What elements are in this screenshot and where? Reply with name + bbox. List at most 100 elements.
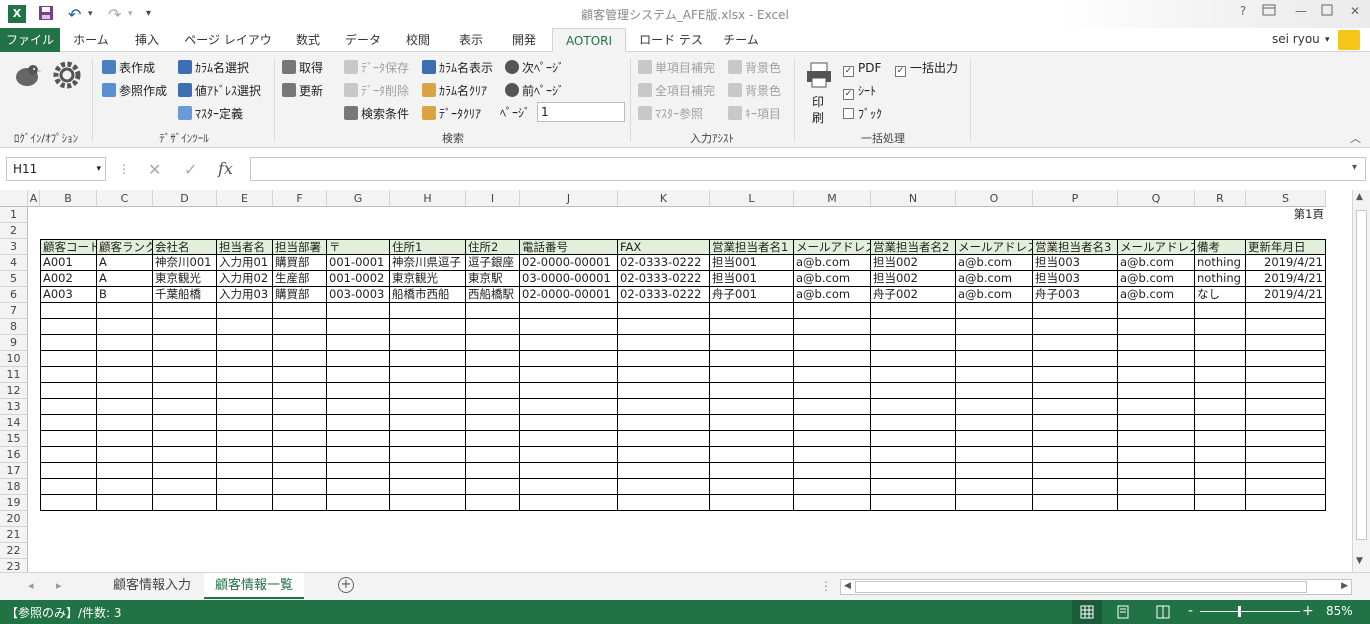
empty-table-cell[interactable] <box>1246 319 1326 335</box>
empty-table-cell[interactable] <box>1118 431 1195 447</box>
row-header[interactable]: 9 <box>0 335 28 351</box>
empty-table-cell[interactable] <box>710 383 794 399</box>
column-header[interactable]: E <box>217 190 273 207</box>
empty-table-cell[interactable] <box>40 367 97 383</box>
normal-view-icon[interactable] <box>1072 600 1102 624</box>
row-header[interactable]: 19 <box>0 495 28 511</box>
empty-table-cell[interactable] <box>794 399 871 415</box>
empty-table-cell[interactable] <box>871 319 956 335</box>
help-button[interactable]: ? <box>1232 4 1254 22</box>
empty-table-cell[interactable] <box>956 463 1033 479</box>
empty-table-cell[interactable] <box>1246 351 1326 367</box>
table-cell[interactable]: 担当003 <box>1033 271 1118 287</box>
ribbon-display-options-icon[interactable] <box>1258 4 1280 22</box>
zoom-slider-thumb[interactable] <box>1238 606 1241 617</box>
column-header[interactable]: I <box>466 190 520 207</box>
table-cell[interactable]: nothing <box>1195 271 1246 287</box>
zoom-slider[interactable] <box>1200 611 1300 612</box>
formula-bar-more-icon[interactable]: ⋮ <box>118 162 130 176</box>
master-reference-button[interactable]: ﾏｽﾀｰ参照 <box>638 105 703 123</box>
empty-table-cell[interactable] <box>1033 383 1118 399</box>
close-icon[interactable]: ✕ <box>1344 4 1366 22</box>
tab-data[interactable]: データ <box>338 28 388 52</box>
empty-table-cell[interactable] <box>153 351 217 367</box>
empty-table-cell[interactable] <box>710 415 794 431</box>
row-header[interactable]: 23 <box>0 559 28 572</box>
avatar[interactable] <box>1338 30 1360 50</box>
table-cell[interactable]: 02-0000-00001 <box>520 255 618 271</box>
table-header-cell[interactable]: 住所2 <box>466 239 520 255</box>
empty-table-cell[interactable] <box>1033 479 1118 495</box>
table-header-cell[interactable]: 電話番号 <box>520 239 618 255</box>
row-header[interactable]: 18 <box>0 479 28 495</box>
table-cell[interactable]: 担当003 <box>1033 255 1118 271</box>
empty-table-cell[interactable] <box>273 319 327 335</box>
empty-table-cell[interactable] <box>97 495 153 511</box>
empty-table-cell[interactable] <box>466 335 520 351</box>
add-sheet-icon[interactable]: + <box>338 577 354 593</box>
table-header-cell[interactable]: メールアドレス3 <box>1118 239 1195 255</box>
column-header[interactable]: N <box>871 190 956 207</box>
empty-table-cell[interactable] <box>40 431 97 447</box>
empty-table-cell[interactable] <box>520 431 618 447</box>
cancel-entry-icon[interactable]: ✕ <box>148 160 161 179</box>
table-cell[interactable]: 担当001 <box>710 271 794 287</box>
empty-table-cell[interactable] <box>217 367 273 383</box>
empty-table-cell[interactable] <box>618 495 710 511</box>
table-header-cell[interactable]: 営業担当者名1 <box>710 239 794 255</box>
table-cell[interactable]: 2019/4/21 <box>1246 255 1326 271</box>
row-header[interactable]: 16 <box>0 447 28 463</box>
row-header[interactable]: 7 <box>0 303 28 319</box>
empty-table-cell[interactable] <box>520 319 618 335</box>
empty-table-cell[interactable] <box>871 495 956 511</box>
table-header-cell[interactable]: 〒 <box>327 239 390 255</box>
empty-table-cell[interactable] <box>273 495 327 511</box>
empty-table-cell[interactable] <box>871 351 956 367</box>
empty-table-cell[interactable] <box>1033 399 1118 415</box>
table-cell[interactable]: nothing <box>1195 255 1246 271</box>
empty-table-cell[interactable] <box>327 399 390 415</box>
empty-table-cell[interactable] <box>794 351 871 367</box>
empty-table-cell[interactable] <box>794 479 871 495</box>
restore-icon[interactable] <box>1316 4 1338 22</box>
empty-table-cell[interactable] <box>97 479 153 495</box>
table-cell[interactable]: 001-0001 <box>327 255 390 271</box>
empty-table-cell[interactable] <box>153 495 217 511</box>
empty-table-cell[interactable] <box>520 447 618 463</box>
table-cell[interactable]: a@b.com <box>956 287 1033 303</box>
empty-table-cell[interactable] <box>871 335 956 351</box>
tab-developer[interactable]: 開発 <box>502 28 546 52</box>
empty-table-cell[interactable] <box>1195 431 1246 447</box>
empty-table-cell[interactable] <box>217 351 273 367</box>
column-header[interactable]: C <box>97 190 153 207</box>
row-header[interactable]: 10 <box>0 351 28 367</box>
empty-table-cell[interactable] <box>40 495 97 511</box>
empty-table-cell[interactable] <box>1033 335 1118 351</box>
tab-formulas[interactable]: 数式 <box>286 28 330 52</box>
empty-table-cell[interactable] <box>1118 399 1195 415</box>
table-header-cell[interactable]: 更新年月日 <box>1246 239 1326 255</box>
empty-table-cell[interactable] <box>794 303 871 319</box>
empty-table-cell[interactable] <box>520 463 618 479</box>
empty-table-cell[interactable] <box>273 399 327 415</box>
table-cell[interactable]: a@b.com <box>794 255 871 271</box>
empty-table-cell[interactable] <box>794 319 871 335</box>
empty-table-cell[interactable] <box>1246 367 1326 383</box>
empty-table-cell[interactable] <box>1118 319 1195 335</box>
empty-table-cell[interactable] <box>710 399 794 415</box>
empty-table-cell[interactable] <box>97 431 153 447</box>
empty-table-cell[interactable] <box>390 335 466 351</box>
empty-table-cell[interactable] <box>794 415 871 431</box>
empty-table-cell[interactable] <box>153 479 217 495</box>
table-cell[interactable]: 2019/4/21 <box>1246 271 1326 287</box>
empty-table-cell[interactable] <box>618 319 710 335</box>
bulk-output-checkbox[interactable]: ✓ 一括出力 <box>895 59 958 77</box>
empty-table-cell[interactable] <box>466 463 520 479</box>
table-cell[interactable]: a@b.com <box>1118 271 1195 287</box>
empty-table-cell[interactable] <box>217 399 273 415</box>
zoom-out-button[interactable]: - <box>1188 603 1193 619</box>
empty-table-cell[interactable] <box>1195 303 1246 319</box>
empty-table-cell[interactable] <box>97 463 153 479</box>
formula-input[interactable] <box>250 157 1366 181</box>
update-button[interactable]: 更新 <box>282 82 323 100</box>
